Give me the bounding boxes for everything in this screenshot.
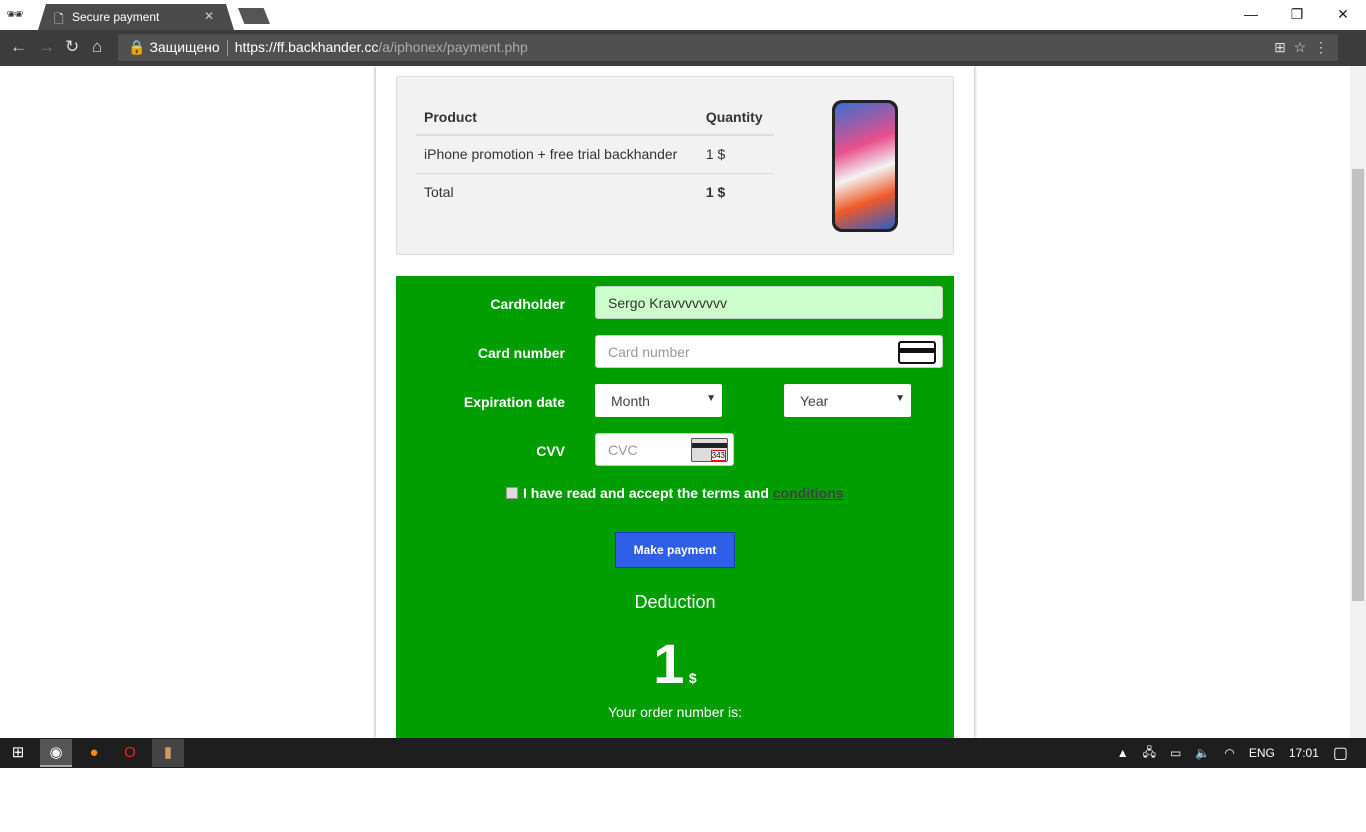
lock-icon: 🔒: [128, 39, 146, 55]
month-select[interactable]: Month ▼: [595, 384, 722, 417]
card-number-label: Card number: [477, 345, 565, 361]
terms-checkbox[interactable]: [506, 487, 518, 499]
url-host: https://ff.backhander.cc: [234, 39, 379, 55]
close-tab-icon[interactable]: ✕: [204, 9, 214, 23]
menu-icon[interactable]: ⋮: [1314, 39, 1328, 55]
header-quantity: Quantity: [697, 100, 774, 136]
payment-panel: Product Quantity iPhone promotion + free …: [376, 66, 974, 738]
total-label: Total: [416, 173, 698, 211]
reload-icon[interactable]: ↻: [65, 37, 79, 57]
tab-strip: 🕶 🗋 Secure payment ✕ — ❐ ✕: [0, 0, 1366, 30]
card-number-placeholder: Card number: [608, 344, 690, 360]
forward-icon[interactable]: →: [38, 37, 55, 57]
wifi-icon[interactable]: ◠: [1224, 746, 1234, 760]
conditions-link[interactable]: conditions: [773, 485, 844, 501]
header-product: Product: [416, 100, 698, 136]
new-tab-button[interactable]: [238, 8, 270, 24]
scrollbar[interactable]: [1350, 66, 1366, 738]
security-label: Защищено: [149, 39, 220, 55]
incognito-icon: 🕶: [6, 6, 24, 22]
opera-icon[interactable]: O: [114, 739, 146, 767]
cardholder-input[interactable]: Sergo Kravvvvvvvv: [595, 286, 943, 319]
translate-icon[interactable]: ⊞: [1274, 39, 1286, 55]
terms-row: I have read and accept the terms and con…: [506, 485, 844, 501]
bookmark-star-icon[interactable]: ☆: [1294, 39, 1307, 55]
total-value: 1 $: [697, 173, 774, 211]
network-icon[interactable]: 🖧: [1143, 743, 1156, 764]
cvv-card-text: 343: [710, 450, 726, 461]
tab-secure-payment[interactable]: 🗋 Secure payment ✕: [38, 4, 234, 30]
home-icon[interactable]: ⌂: [92, 37, 102, 57]
language-indicator[interactable]: ENG: [1249, 746, 1275, 760]
chrome-icon[interactable]: ◉: [40, 739, 72, 767]
cvv-label: CVV: [536, 443, 565, 459]
cardholder-label: Cardholder: [490, 296, 565, 312]
deduction-label: Deduction: [634, 592, 716, 612]
deduction-amount: 1 $: [396, 631, 954, 696]
amount-value: 1: [653, 632, 685, 695]
cvv-placeholder: CVC: [608, 442, 638, 458]
dropdown-arrow-icon: ▼: [706, 393, 716, 404]
month-value: Month: [611, 393, 650, 409]
taskbar: ⊞ ◉ ● O ▮ ▲ 🖧 ▭ 🔈 ◠ ENG 17:01 ▢: [0, 738, 1366, 768]
firefox-icon[interactable]: ●: [78, 739, 110, 767]
make-payment-button[interactable]: Make payment: [615, 532, 735, 568]
tab-title: Secure payment: [72, 10, 160, 24]
table-row: iPhone promotion + free trial backhander…: [416, 134, 774, 174]
page-content: Product Quantity iPhone promotion + free …: [0, 66, 1350, 738]
windows-start-icon[interactable]: ⊞: [2, 739, 34, 767]
year-select[interactable]: Year ▼: [784, 384, 911, 417]
url-path: /a/iphonex/payment.php: [378, 39, 528, 55]
volume-icon[interactable]: 🔈: [1195, 746, 1210, 760]
order-summary: Product Quantity iPhone promotion + free …: [396, 76, 954, 255]
terms-text: I have read and accept the terms and: [523, 485, 769, 501]
iphone-image: [832, 100, 898, 232]
card-number-input[interactable]: Card number: [595, 335, 943, 368]
dropdown-arrow-icon: ▼: [895, 393, 905, 404]
cvv-card-icon: 343: [691, 438, 728, 462]
clock[interactable]: 17:01: [1289, 746, 1319, 760]
notifications-icon[interactable]: ▢: [1333, 743, 1348, 763]
credit-card-icon: [898, 341, 936, 364]
battery-icon[interactable]: ▭: [1170, 746, 1181, 760]
restore-button[interactable]: ❐: [1274, 0, 1320, 30]
product-name: iPhone promotion + free trial backhander: [416, 134, 698, 174]
browser-toolbar: ← → ↻ ⌂ 🔒 Защищено https://ff.backhander.c…: [0, 30, 1366, 66]
back-icon[interactable]: ←: [10, 37, 27, 57]
expiration-label: Expiration date: [463, 394, 565, 410]
address-bar[interactable]: 🔒 Защищено https://ff.backhander.cc/a/ipho…: [118, 34, 1338, 61]
document-icon: 🗋: [54, 12, 64, 26]
order-number-label: Your order number is:: [607, 704, 743, 720]
table-row: Total 1 $: [416, 173, 774, 211]
scrollbar-thumb[interactable]: [1352, 169, 1364, 601]
tray-expand-icon[interactable]: ▲: [1117, 746, 1129, 760]
payment-form: Cardholder Sergo Kravvvvvvvv Card number…: [396, 276, 954, 738]
amount-currency: $: [688, 670, 697, 686]
close-window-button[interactable]: ✕: [1320, 0, 1366, 30]
year-value: Year: [800, 393, 829, 409]
product-qty: 1 $: [697, 134, 774, 174]
app-icon[interactable]: ▮: [152, 739, 184, 767]
cvv-input[interactable]: CVC 343: [595, 433, 734, 466]
minimize-button[interactable]: —: [1228, 0, 1274, 30]
order-table: Product Quantity iPhone promotion + free …: [416, 100, 774, 211]
